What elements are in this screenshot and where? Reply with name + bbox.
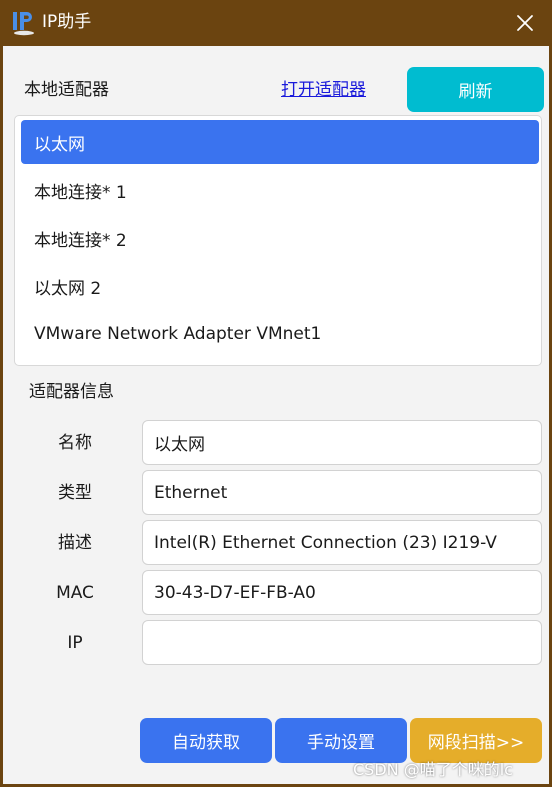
type-label: 类型 xyxy=(58,483,92,503)
description-label: 描述 xyxy=(58,533,92,553)
adapter-item-ethernet-2[interactable]: 以太网 2 xyxy=(21,264,539,308)
type-field[interactable]: Ethernet xyxy=(142,470,542,515)
adapter-item-local-1[interactable]: 本地连接* 1 xyxy=(21,168,539,212)
manual-setting-button[interactable]: 手动设置 xyxy=(275,718,407,763)
mac-field[interactable]: 30-43-D7-EF-FB-A0 xyxy=(142,570,542,615)
description-field[interactable]: Intel(R) Ethernet Connection (23) I219-V xyxy=(142,520,542,565)
mac-label: MAC xyxy=(56,583,94,603)
subnet-scan-button[interactable]: 网段扫描>> xyxy=(410,718,542,763)
info-section-label: 适配器信息 xyxy=(29,382,114,402)
ip-field[interactable] xyxy=(142,620,542,665)
window-title: IP助手 xyxy=(42,12,92,32)
adapters-section-label: 本地适配器 xyxy=(24,80,109,100)
title-bar: IP助手 xyxy=(0,0,552,46)
main-panel: 本地适配器 打开适配器 刷新 以太网 本地连接* 1 本地连接* 2 以太网 2… xyxy=(3,46,549,784)
adapter-list: 以太网 本地连接* 1 本地连接* 2 以太网 2 VMware Network… xyxy=(14,115,542,366)
refresh-button[interactable]: 刷新 xyxy=(407,67,544,112)
adapter-item-vmnet1[interactable]: VMware Network Adapter VMnet1 xyxy=(21,312,539,356)
open-adapter-link[interactable]: 打开适配器 xyxy=(281,80,366,100)
name-field[interactable]: 以太网 xyxy=(142,420,542,465)
close-icon[interactable] xyxy=(508,6,542,40)
ip-logo-icon xyxy=(13,12,34,36)
adapter-item-ethernet[interactable]: 以太网 xyxy=(21,120,539,164)
csdn-watermark: CSDN @喵了个咪的lc xyxy=(353,760,513,779)
auto-obtain-button[interactable]: 自动获取 xyxy=(140,718,272,763)
name-label: 名称 xyxy=(58,433,92,453)
ip-label: IP xyxy=(67,633,83,653)
adapter-item-local-2[interactable]: 本地连接* 2 xyxy=(21,216,539,260)
